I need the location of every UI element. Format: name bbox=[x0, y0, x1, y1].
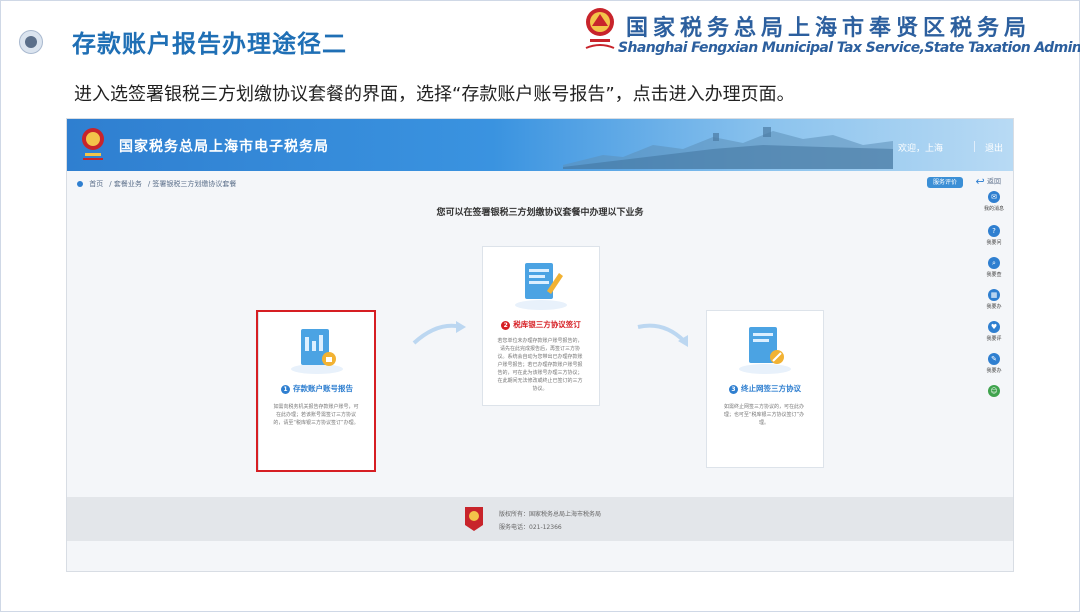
message-icon: ✉ bbox=[988, 191, 1000, 203]
rail-item-handle[interactable]: ▦ 我要办 bbox=[979, 289, 1009, 310]
breadcrumb-current: 签署银税三方划缴协议套餐 bbox=[152, 180, 237, 188]
rail-label: 我要办 bbox=[986, 304, 1002, 310]
slide-title: 存款账户报告办理途径二 bbox=[72, 30, 347, 58]
card2-title: 2 税库银三方协议签订 bbox=[483, 319, 599, 330]
breadcrumb: 首页 / 套餐业务 / 签署银税三方划缴协议套餐 bbox=[77, 179, 242, 189]
back-arrow-icon: ↩ bbox=[975, 175, 985, 188]
rail-item-review[interactable]: ♥ 我要评 bbox=[979, 321, 1009, 342]
rail-item-assistant[interactable]: ☺ bbox=[979, 385, 1009, 399]
rail-item-query[interactable]: ⌕ 我要查 bbox=[979, 257, 1009, 278]
card3-desc: 如需终止网签三方协议的，可在此办理；也可至“税库银三方协议签订”办理。 bbox=[723, 404, 805, 426]
footer-phone: 服务电话：021-12366 bbox=[499, 524, 562, 531]
portal-screenshot: 国家税务总局上海市电子税务局 欢迎，上海 退出 首页 / 套餐业务 / 签署银税三方… bbox=[66, 118, 1014, 572]
footer-copyright: 版权所有：国家税务总局上海市税务局 bbox=[499, 511, 602, 518]
flow-arrow-icon bbox=[637, 323, 688, 347]
welcome-text: 欢迎，上海 bbox=[897, 144, 943, 154]
footer-logo-icon bbox=[465, 507, 483, 531]
rail-item-edit[interactable]: ✎ 我要办 bbox=[979, 353, 1009, 374]
assistant-icon: ☺ bbox=[988, 385, 1000, 397]
card-tripartite-agreement[interactable]: 2 税库银三方协议签订 若您单位未办理存款账户账号报告的，请先在此完成报告后，再签… bbox=[482, 246, 600, 406]
rail-label: 我的消息 bbox=[983, 206, 1004, 212]
rail-item-ask[interactable]: ? 我要问 bbox=[979, 225, 1009, 246]
org-name-cn: 国家税务总局上海市奉贤区税务局 bbox=[626, 16, 1032, 41]
heart-icon: ♥ bbox=[988, 321, 1000, 333]
rail-label: 我要查 bbox=[986, 272, 1002, 278]
instruction-text: 进入选签署银税三方划缴协议套餐的界面，选择“存款账户账号报告”，点击进入办理页面… bbox=[74, 84, 795, 105]
step-number: 3 bbox=[729, 384, 738, 394]
rail-label: 我要办 bbox=[986, 368, 1002, 374]
portal-emblem-icon bbox=[82, 128, 104, 160]
card2-desc: 若您单位未办理存款账户账号报告的，请先在此完成报告后，再签订三方协议。系统会自动… bbox=[497, 338, 583, 392]
rail-label: 我要问 bbox=[986, 240, 1002, 246]
page-heading: 您可以在签署银税三方划缴协议套餐中办理以下业务 bbox=[436, 208, 644, 218]
back-button[interactable]: ↩ 返回 bbox=[976, 175, 1001, 188]
edit-icon: ✎ bbox=[988, 353, 1000, 365]
document-sign-icon bbox=[515, 263, 567, 310]
logout-link[interactable]: 退出 bbox=[985, 141, 1003, 154]
question-icon: ? bbox=[988, 225, 1000, 237]
slide: 存款账户报告办理途径二 国家税务总局上海市奉贤区税务局 Shanghai Fen… bbox=[0, 0, 1080, 612]
location-pin-icon bbox=[77, 181, 83, 187]
card3-title: 3 终止网签三方协议 bbox=[707, 383, 823, 394]
rail-item-messages[interactable]: ✉ 我的消息 bbox=[979, 191, 1009, 212]
card2-title-text: 税库银三方协议签订 bbox=[513, 320, 581, 329]
service-review-button[interactable]: 服务评价 bbox=[926, 177, 963, 188]
great-wall-banner-icon bbox=[563, 127, 893, 169]
calendar-icon: ▦ bbox=[988, 289, 1000, 301]
search-icon: ⌕ bbox=[988, 257, 1000, 269]
org-name-en: Shanghai Fengxian Municipal Tax Service,… bbox=[618, 40, 1080, 56]
card3-title-text: 终止网签三方协议 bbox=[741, 384, 801, 393]
breadcrumb-home[interactable]: 首页 bbox=[89, 179, 103, 189]
header-divider bbox=[974, 141, 975, 152]
back-label: 返回 bbox=[987, 177, 1001, 186]
rail-label: 我要评 bbox=[986, 336, 1002, 342]
card-terminate-agreement[interactable]: 3 终止网签三方协议 如需终止网签三方协议的，可在此办理；也可至“税库银三方协议签… bbox=[706, 310, 824, 468]
step-number: 2 bbox=[501, 320, 511, 330]
flow-arrow-icon bbox=[412, 321, 466, 345]
bullet-icon bbox=[19, 30, 43, 54]
portal-header: 国家税务总局上海市电子税务局 欢迎，上海 退出 bbox=[67, 119, 1013, 171]
document-cancel-icon bbox=[739, 327, 791, 374]
portal-footer: 版权所有：国家税务总局上海市税务局 服务电话：021-12366 bbox=[67, 497, 1013, 541]
tax-emblem-icon bbox=[585, 8, 615, 49]
portal-title: 国家税务总局上海市电子税务局 bbox=[119, 139, 329, 155]
breadcrumb-package[interactable]: 套餐业务 bbox=[114, 179, 142, 189]
highlight-box bbox=[256, 310, 376, 472]
